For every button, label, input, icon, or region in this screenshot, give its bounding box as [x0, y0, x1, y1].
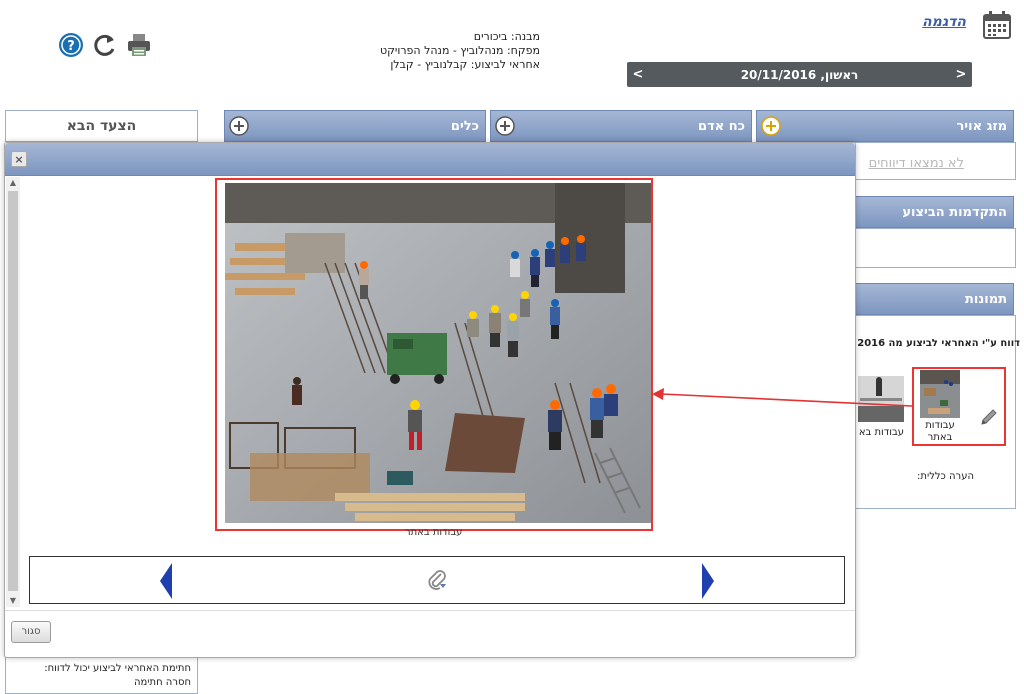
photo-caption: עבודות באתר — [405, 527, 463, 538]
scroll-up-arrow-icon[interactable]: ▲ — [6, 177, 20, 189]
dialog-title-bar: × — [5, 143, 855, 176]
photos-panel-title: תמונות — [965, 291, 1007, 307]
weather-panel-header: מזג אויר — [756, 110, 1014, 142]
tools-panel-header: כלים — [224, 110, 486, 142]
manpower-panel-title: כח אדם — [698, 118, 745, 134]
scroll-down-arrow-icon[interactable]: ▼ — [6, 595, 20, 607]
prev-date-button[interactable]: < — [627, 67, 649, 82]
thumbnail-caption: עבודות באתר — [925, 420, 955, 443]
add-manpower-icon[interactable] — [495, 116, 515, 136]
contractor-info: אחראי לביצוע: קבלנוביץ - קבלן — [390, 58, 540, 71]
photo-thumbnail[interactable] — [920, 370, 960, 418]
thumbnail-caption: עבודות באתר — [858, 427, 904, 438]
building-info: מבנה: ביכורים — [473, 30, 540, 43]
svg-text:?: ? — [67, 39, 75, 54]
manpower-panel-header: כח אדם — [490, 110, 752, 142]
no-reports-link[interactable]: לא נמצאו דיווחים — [869, 156, 964, 171]
photo-viewer-dialog: × ▲ ▼ עבודות באתר סגור — [4, 142, 856, 658]
construction-site-photo — [225, 183, 651, 523]
add-tools-icon[interactable] — [229, 116, 249, 136]
add-weather-icon[interactable] — [761, 116, 781, 136]
photo-navigation-bar — [29, 556, 845, 604]
pencil-icon[interactable] — [980, 408, 998, 426]
attachment-clip-icon[interactable] — [426, 569, 448, 591]
close-button[interactable]: סגור — [11, 621, 51, 643]
scrollbar-thumb[interactable] — [8, 191, 18, 591]
dialog-scrollbar[interactable]: ▲ ▼ — [6, 177, 20, 607]
project-info: מבנה: ביכורים מפקח: מנהלוביץ - מנהל הפרו… — [360, 30, 540, 72]
close-dialog-icon[interactable]: × — [11, 151, 27, 167]
previous-photo-arrow-icon[interactable] — [160, 563, 172, 599]
example-link[interactable]: הדגמה — [922, 14, 966, 30]
toolbar: ? — [58, 32, 152, 58]
next-photo-arrow-icon[interactable] — [702, 563, 714, 599]
refresh-icon[interactable] — [92, 32, 118, 58]
supervisor-info: מפקח: מנהלוביץ - מנהל הפרויקט — [379, 44, 540, 57]
dialog-footer-divider — [5, 610, 855, 611]
signature-status: חסרה חתימה — [133, 677, 191, 688]
next-step-button[interactable]: הצעד הבא — [5, 110, 198, 142]
progress-panel-title: התקדמות הביצוע — [902, 204, 1007, 220]
print-icon[interactable] — [126, 32, 152, 58]
next-date-button[interactable]: > — [950, 67, 972, 82]
signature-box: חתימת האחראי לביצוע יכול לדווח: חסרה חתי… — [5, 656, 198, 694]
calendar-icon[interactable] — [982, 10, 1012, 40]
tools-panel-title: כלים — [450, 118, 479, 134]
current-date: ראשון, 20/11/2016 — [740, 67, 859, 82]
help-icon[interactable]: ? — [58, 32, 84, 58]
photo-thumbnail[interactable] — [858, 376, 904, 422]
date-navigator: < ראשון, 20/11/2016 > — [627, 62, 972, 87]
report-info: דווח ע"י האחראי לביצוע מה 20/11/2016 — [858, 338, 1020, 349]
weather-panel-title: מזג אויר — [956, 118, 1007, 134]
signature-label: חתימת האחראי לביצוע יכול לדווח: — [44, 663, 191, 674]
general-note-label: הערה כללית: — [917, 471, 974, 482]
